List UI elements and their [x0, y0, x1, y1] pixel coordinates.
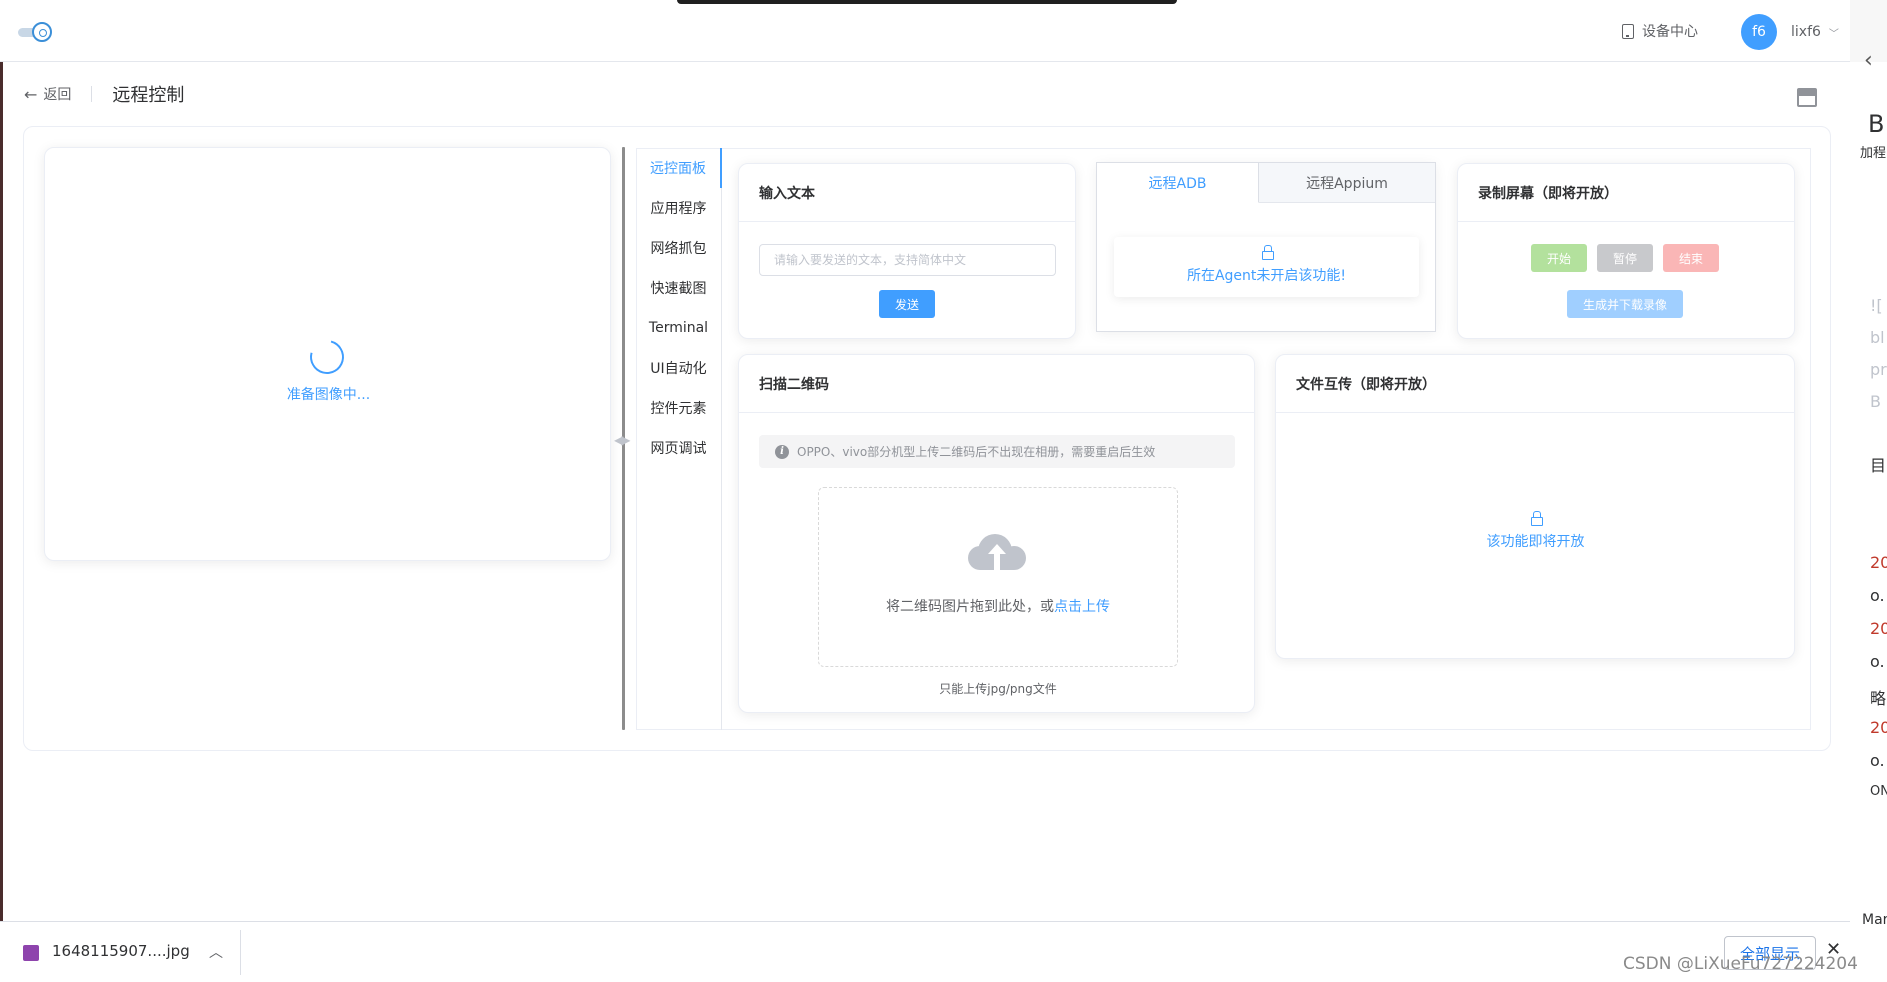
tab-ui-automation[interactable]: UI自动化 — [636, 348, 721, 388]
watermark: CSDN @LiXueFu727224204 — [1623, 954, 1858, 974]
download-divider — [240, 930, 241, 975]
download-file-name[interactable]: 1648115907....jpg — [52, 942, 190, 960]
lock-icon — [1530, 511, 1543, 526]
upload-text: 将二维码图片拖到此处，或 — [886, 599, 1054, 615]
input-text-card: 输入文本 发送 — [738, 163, 1076, 339]
tab-terminal[interactable]: Terminal — [636, 308, 721, 348]
vertical-tabs: 远控面板 应用程序 网络抓包 快速截图 Terminal UI自动化 控件元素 … — [636, 148, 722, 730]
coming-soon-box: 该功能即将开放 — [1276, 511, 1795, 551]
top-overlay-bar — [677, 0, 1177, 4]
split-handle-icon[interactable]: ◀▶ — [614, 433, 631, 447]
click-upload-link[interactable]: 点击上传 — [1054, 599, 1110, 615]
tab-network-capture[interactable]: 网络抓包 — [636, 228, 721, 268]
send-button[interactable]: 发送 — [879, 290, 935, 318]
tab-element-inspector[interactable]: 控件元素 — [636, 388, 721, 428]
top-navbar: 设备中心 f6 lixf6 ﹀ — [0, 0, 1850, 62]
input-text-card-title: 输入文本 — [739, 164, 1075, 222]
info-icon: i — [775, 444, 789, 459]
record-card-title: 录制屏幕（即将开放） — [1458, 164, 1794, 222]
header-divider — [91, 86, 93, 102]
record-stop-button[interactable]: 结束 — [1663, 244, 1719, 272]
user-menu[interactable]: f6 lixf6 ﹀ — [1741, 14, 1839, 50]
page-header: ← 返回 远程控制 — [24, 82, 185, 107]
image-file-icon — [23, 945, 39, 961]
window-left-edge — [0, 0, 3, 982]
agent-notice-text: 所在Agent未开启该功能! — [1186, 268, 1347, 284]
qr-upload-dropzone[interactable]: 将二维码图片拖到此处，或点击上传 — [818, 487, 1178, 667]
qr-alert-text: OPPO、vivo部分机型上传二维码后不出现在相册，需要重启后生效 — [797, 445, 1156, 459]
device-center-label: 设备中心 — [1642, 24, 1698, 40]
tab-remote-appium[interactable]: 远程Appium — [1259, 163, 1435, 202]
loading-text: 准备图像中... — [286, 387, 371, 403]
coming-soon-text: 该功能即将开放 — [1486, 534, 1585, 550]
device-center-link[interactable]: 设备中心 — [1622, 19, 1698, 43]
scan-qr-card: 扫描二维码 i OPPO、vivo部分机型上传二维码后不出现在相册，需要重启后生… — [738, 354, 1255, 713]
qr-card-title: 扫描二维码 — [739, 355, 1254, 413]
app-logo-icon[interactable] — [18, 22, 52, 42]
adjacent-window-strip: ‹ B 加程 ![ bl pr B 目 20 o. 20 o. 略 20 o. … — [1850, 0, 1887, 982]
chevron-down-icon: ﹀ — [1828, 28, 1839, 40]
record-start-button[interactable]: 开始 — [1531, 244, 1587, 272]
back-label: 返回 — [43, 87, 72, 103]
tab-remote-panel[interactable]: 远控面板 — [636, 148, 722, 188]
lock-icon — [1261, 245, 1274, 260]
tablet-icon — [1622, 23, 1634, 39]
username: lixf6 — [1791, 24, 1821, 40]
record-screen-card: 录制屏幕（即将开放） 开始 暂停 结束 生成并下载录像 — [1457, 163, 1795, 339]
qr-info-alert: i OPPO、vivo部分机型上传二维码后不出现在相册，需要重启后生效 — [759, 435, 1235, 468]
file-transfer-card: 文件互传（即将开放） 该功能即将开放 — [1275, 354, 1795, 659]
download-bar: 1648115907....jpg ︿ 全部显示 ✕ — [0, 921, 1850, 982]
cloud-upload-icon — [968, 530, 1028, 574]
tab-quick-screenshot[interactable]: 快速截图 — [636, 268, 721, 308]
tab-applications[interactable]: 应用程序 — [636, 188, 721, 228]
remote-tabs-card: 远程ADB 远程Appium 所在Agent未开启该功能! — [1096, 162, 1436, 332]
back-button[interactable]: ← 返回 — [24, 84, 71, 104]
send-text-input[interactable] — [759, 244, 1056, 276]
upload-instruction: 将二维码图片拖到此处，或点击上传 — [819, 596, 1177, 616]
agent-notice-box: 所在Agent未开启该功能! — [1114, 237, 1419, 297]
remote-tabs-header: 远程ADB 远程Appium — [1097, 163, 1435, 203]
tab-remote-adb[interactable]: 远程ADB — [1097, 163, 1259, 203]
download-recording-button[interactable]: 生成并下载录像 — [1567, 290, 1683, 318]
device-screen-card: 准备图像中... — [44, 147, 611, 561]
record-pause-button[interactable]: 暂停 — [1597, 244, 1653, 272]
arrow-left-icon: ← — [24, 84, 38, 104]
avatar: f6 — [1741, 14, 1777, 50]
page-title: 远程控制 — [112, 85, 185, 106]
loading-spinner-icon — [303, 333, 351, 381]
chevron-up-icon[interactable]: ︿ — [209, 942, 223, 962]
upload-tip: 只能上传jpg/png文件 — [939, 682, 1057, 696]
layout-toggle-icon[interactable] — [1797, 88, 1817, 107]
tab-web-debug[interactable]: 网页调试 — [636, 428, 721, 468]
file-card-title: 文件互传（即将开放） — [1276, 355, 1794, 413]
